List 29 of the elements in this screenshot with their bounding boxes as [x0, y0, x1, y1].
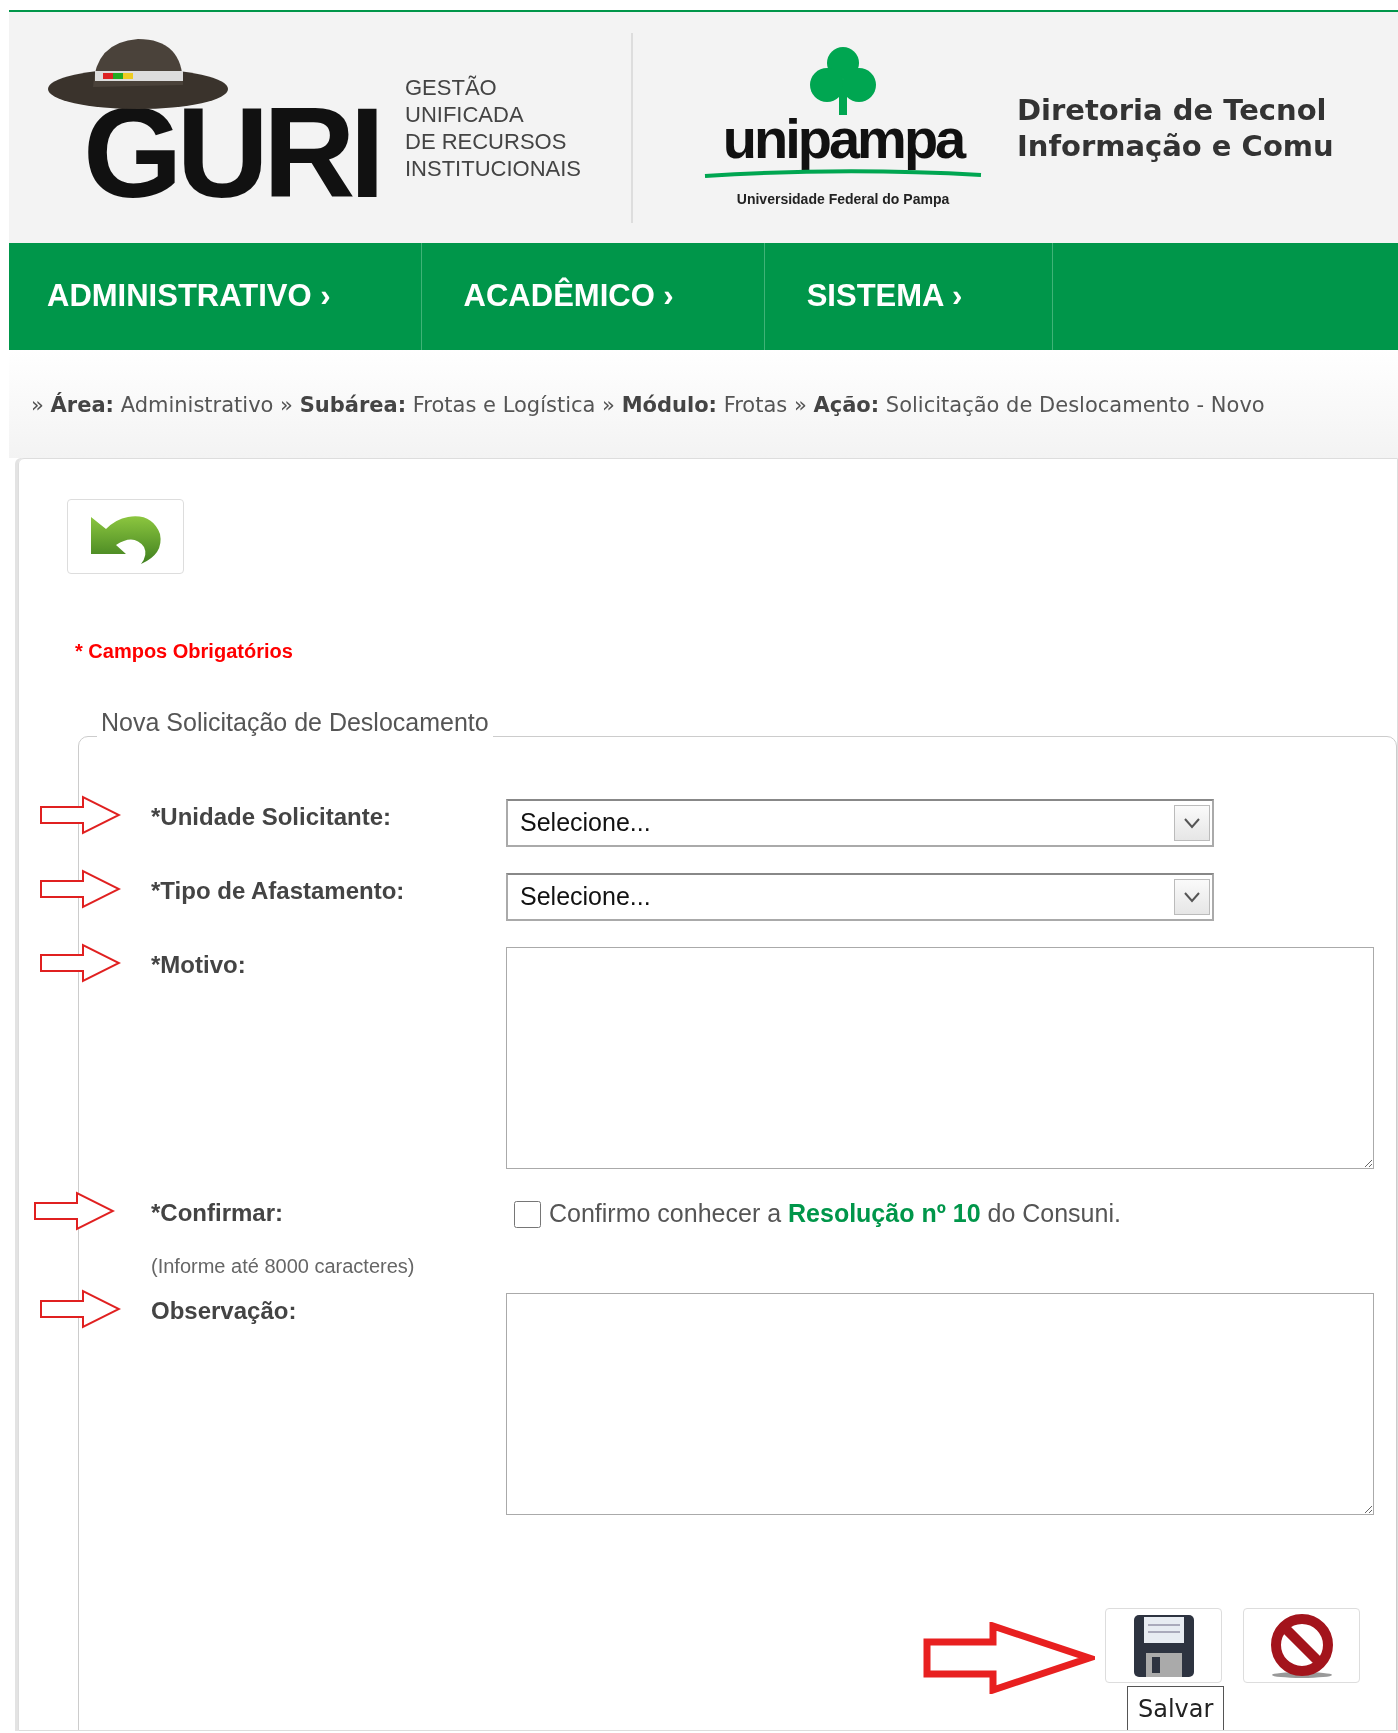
resolution-link[interactable]: Resolução nº 10 [788, 1199, 981, 1227]
tooltip: Salvar [1127, 1686, 1225, 1730]
breadcrumb-item: » Módulo: Frotas [602, 393, 789, 417]
caret-icon [1183, 891, 1201, 903]
logo-subtitle-line: INSTITUCIONAIS [405, 154, 581, 182]
fieldset-legend: Nova Solicitação de Deslocamento [97, 710, 493, 735]
caret-icon [1183, 817, 1201, 829]
required-note: * Campos Obrigatórios [75, 639, 294, 664]
dropdown-field[interactable]: Selecione... [506, 799, 1214, 847]
field-label: *Confirmar: [151, 1199, 283, 1226]
university-name: Universidade Federal do Pampa [736, 190, 950, 209]
breadcrumb-item: » Área: Administrativo [31, 393, 275, 417]
field-label: *Motivo: [151, 951, 246, 978]
directorate-line: Informação e Comu [1017, 127, 1334, 164]
confirm-text: Confirmo conhecer a Resolução nº 10 do Consuni. [549, 1198, 1121, 1229]
field-label: *Unidade Solicitante: [151, 803, 392, 830]
breadcrumb-item: » Ação: Solicitação de Deslocamento - Novo [793, 393, 1265, 417]
cancel-button[interactable] [1243, 1608, 1360, 1683]
breadcrumb-item: » Subárea: Frotas e Logística [280, 393, 597, 417]
logo-subtitle-line: GESTÃO [405, 73, 498, 101]
dropdown-field[interactable]: Selecione... [506, 873, 1214, 921]
field-hint: (Informe até 8000 caracteres) [150, 1253, 416, 1279]
logo-subtitle-line: UNIFICADA [405, 100, 525, 128]
checkbox[interactable] [514, 1201, 541, 1228]
field-label: Observação: [151, 1296, 297, 1324]
logo-subtitle-line: DE RECURSOS [405, 127, 568, 155]
back-button[interactable] [67, 499, 184, 574]
field-label: *Tipo de Afastamento: [151, 877, 405, 904]
directorate-line: Diretoria de Tecnol [1017, 91, 1328, 128]
